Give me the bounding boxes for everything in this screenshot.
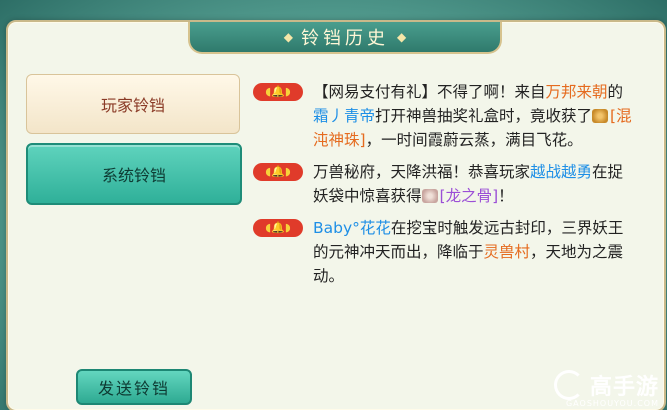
send-bell-button-label: 发送铃铛 bbox=[97, 379, 170, 398]
gaoshouyou-logo-icon bbox=[553, 370, 584, 400]
message-highlight[interactable]: 霜丿青帝 bbox=[313, 107, 375, 125]
tab-system-bells[interactable]: 系统铃铛 bbox=[26, 143, 242, 205]
tab-player-bells[interactable]: 玩家铃铛 bbox=[26, 74, 240, 134]
message-highlight[interactable]: [龙之骨] bbox=[440, 187, 499, 205]
message-text: ，一时间霞蔚云蒸，满目飞花。 bbox=[365, 131, 583, 149]
bell-history-panel: ◆ 铃铛历史 ◆ 玩家铃铛 系统铃铛 ◖🔔◗ 【网易支付有礼】不得了啊！来自万邦来… bbox=[6, 20, 666, 410]
send-bell-button[interactable]: 发送铃铛 bbox=[76, 369, 192, 405]
watermark-url: GAOSHOUYOU.COM bbox=[565, 399, 659, 408]
message-item: ◖🔔◗ 【网易支付有礼】不得了啊！来自万邦来朝的霜丿青帝打开神兽抽奖礼盒时，竟收获… bbox=[253, 80, 633, 152]
title-ornament-right-icon: ◆ bbox=[397, 30, 407, 44]
message-item: ◖🔔◗ 万兽秘府，天降洪福！恭喜玩家越战越勇在捉妖袋中惊喜获得 [龙之骨]！ bbox=[253, 160, 633, 208]
bell-icon: ◖🔔◗ bbox=[253, 219, 303, 237]
message-text: 打开神兽抽奖礼盒时，竟收获了 bbox=[375, 107, 593, 125]
watermark-logo: 高手游 bbox=[553, 369, 659, 401]
message-text: 【网易支付有礼】不得了啊！来自 bbox=[313, 83, 546, 101]
title-ornament-left-icon: ◆ bbox=[283, 30, 293, 44]
message-highlight[interactable]: Baby°花花 bbox=[313, 219, 391, 237]
message-highlight[interactable]: 越战越勇 bbox=[530, 163, 592, 181]
panel-title: 铃铛历史 bbox=[301, 28, 389, 49]
message-text: 的 bbox=[607, 83, 624, 101]
watermark-name: 高手游 bbox=[589, 375, 659, 400]
title-bar: ◆ 铃铛历史 ◆ bbox=[188, 22, 502, 54]
message-list[interactable]: ◖🔔◗ 【网易支付有礼】不得了啊！来自万邦来朝的霜丿青帝打开神兽抽奖礼盒时，竟收获… bbox=[253, 80, 633, 390]
watermark: 高手游 GAOSHOUYOU.COM bbox=[553, 369, 659, 408]
bell-icon: ◖🔔◗ bbox=[253, 163, 303, 181]
tab-system-bells-label: 系统铃铛 bbox=[101, 166, 166, 185]
bone-icon bbox=[421, 189, 438, 203]
game-screen: ◆ 铃铛历史 ◆ 玩家铃铛 系统铃铛 ◖🔔◗ 【网易支付有礼】不得了啊！来自万邦来… bbox=[0, 0, 667, 410]
message-highlight[interactable]: 万邦来朝 bbox=[546, 83, 608, 101]
message-highlight[interactable]: 灵兽村 bbox=[484, 243, 531, 261]
bell-icon: ◖🔔◗ bbox=[253, 83, 303, 101]
tab-player-bells-label: 玩家铃铛 bbox=[100, 96, 165, 115]
message-item: ◖🔔◗ Baby°花花在挖宝时触发远古封印，三界妖王的元神冲天而出，降临于灵兽村，… bbox=[253, 216, 633, 288]
treasure-icon bbox=[592, 109, 609, 123]
message-text: ！ bbox=[498, 187, 514, 205]
message-text: 万兽秘府，天降洪福！恭喜玩家 bbox=[313, 163, 531, 181]
